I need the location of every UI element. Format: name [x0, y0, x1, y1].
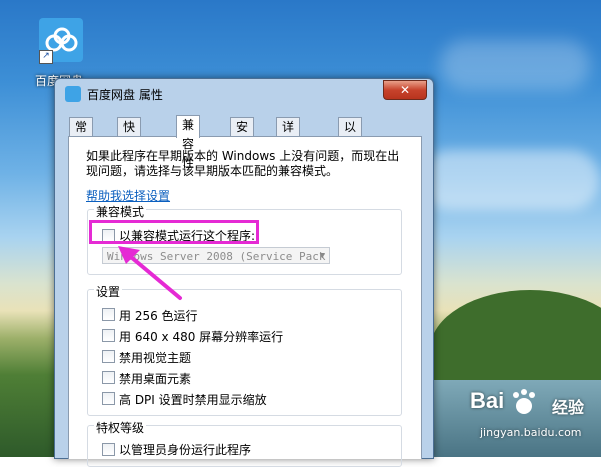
watermark-brand-suffix: 经验	[552, 398, 585, 417]
baidu-jingyan-watermark: Bai 经验 jingyan.baidu.com	[470, 388, 600, 448]
watermark-brand: Bai	[470, 388, 505, 413]
paw-icon	[513, 389, 535, 414]
tab-compatibility[interactable]: 兼容性	[176, 115, 201, 170]
watermark-url: jingyan.baidu.com	[480, 426, 582, 439]
